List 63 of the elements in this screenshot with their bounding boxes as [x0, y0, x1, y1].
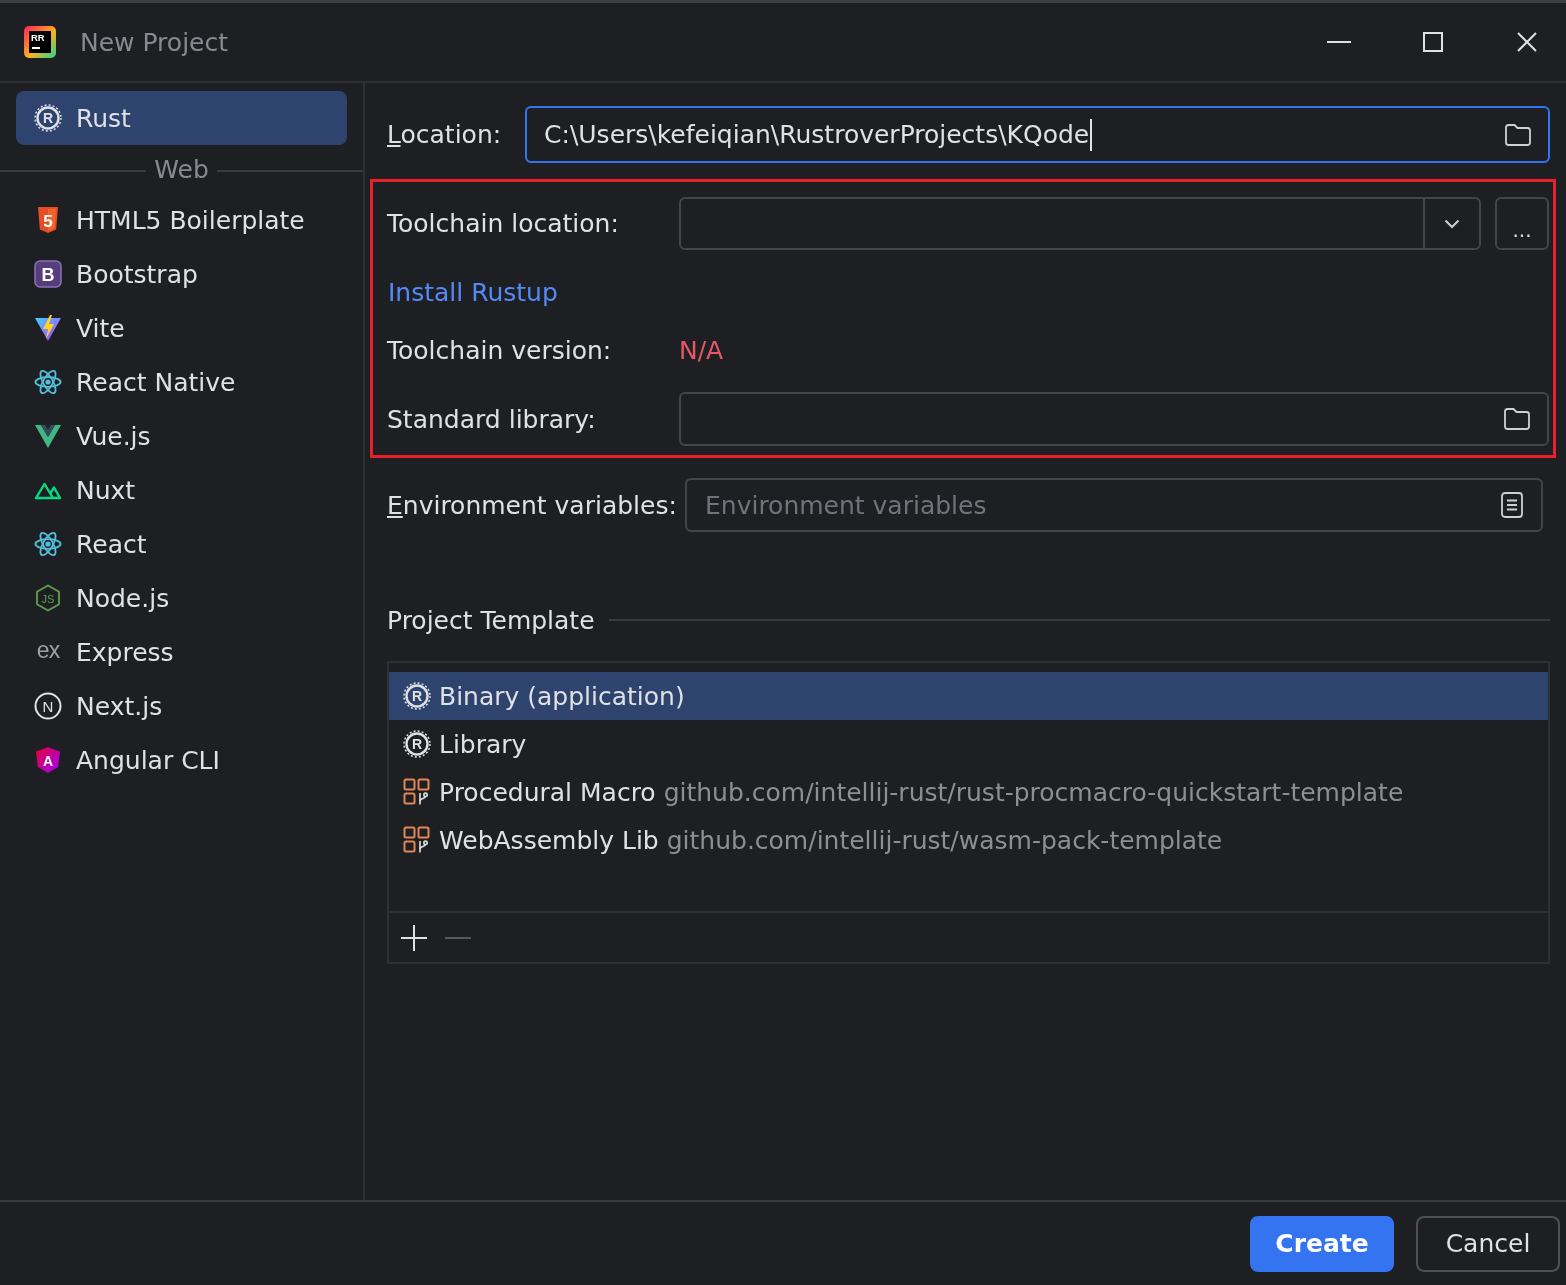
hexagon-icon: JS: [34, 584, 62, 612]
create-button[interactable]: Create: [1250, 1215, 1394, 1272]
sidebar-item[interactable]: JS Node.js: [16, 571, 347, 625]
toolchain-location-label: Toolchain location:: [387, 209, 620, 238]
minimize-icon: [1327, 41, 1351, 43]
blocks-branch-icon: [403, 826, 431, 854]
template-url: github.com/intellij-rust/wasm-pack-template: [666, 825, 1223, 855]
template-row[interactable]: R Library: [389, 720, 1548, 768]
sidebar-item[interactable]: 5 HTML5 Boilerplate: [16, 193, 347, 247]
close-icon: [1517, 32, 1537, 52]
folder-icon: [1503, 407, 1531, 431]
circle-n-icon: N: [34, 692, 62, 720]
folder-icon: [1504, 122, 1532, 147]
sidebar-item[interactable]: React: [16, 517, 347, 571]
letter-tile-icon: B: [34, 260, 62, 288]
lightning-triangle-icon: [34, 314, 62, 342]
sidebar-group-title: Web: [154, 154, 209, 184]
sidebar-item[interactable]: ex Express: [16, 625, 347, 679]
sidebar-item[interactable]: Vue.js: [16, 409, 347, 463]
template-row[interactable]: WebAssembly Lib github.com/intellij-rust/wasm-pack-template: [389, 816, 1548, 864]
blocks-branch-icon: [403, 778, 431, 806]
app-logo-icon: RR: [24, 26, 56, 58]
section-title: Project Template: [387, 605, 595, 635]
window-title: New Project: [80, 27, 229, 57]
template-url: github.com/intellij-rust/rust-procmacro-quickstart-template: [663, 777, 1404, 807]
standard-library-field[interactable]: [679, 392, 1549, 446]
v-chevron-icon: [34, 422, 62, 450]
sidebar-item[interactable]: Vite: [16, 301, 347, 355]
sidebar-item[interactable]: N Next.js: [16, 679, 347, 733]
template-row[interactable]: Procedural Macro github.com/intellij-rust/rust-procmacro-quickstart-template: [389, 768, 1548, 816]
toolchain-version-label: Toolchain version:: [387, 335, 613, 365]
sidebar-item[interactable]: Nuxt: [16, 463, 347, 517]
location-label: Location:: [387, 120, 503, 149]
maximize-icon: [1423, 32, 1443, 52]
minus-icon: [445, 936, 471, 939]
sidebar-item[interactable]: R Rust: [16, 91, 347, 145]
gear-r-icon: R: [403, 682, 431, 710]
add-button[interactable]: [399, 922, 429, 953]
document-icon: [1501, 492, 1523, 518]
sidebar-item[interactable]: A Angular CLI: [16, 733, 347, 787]
install-rustup-link[interactable]: Install Rustup: [387, 277, 558, 307]
sidebar-item[interactable]: B Bootstrap: [16, 247, 347, 301]
template-name: WebAssembly Lib: [439, 825, 659, 855]
environment-variables-label: Environment variables:: [387, 490, 678, 520]
template-name: Library: [439, 729, 527, 759]
gear-r-icon: R: [34, 104, 62, 132]
chevron-down-icon: [1444, 218, 1460, 229]
cancel-button[interactable]: Cancel: [1416, 1215, 1560, 1272]
template-name: Binary (application): [439, 681, 685, 711]
gear-r-icon: R: [403, 730, 431, 758]
sidebar-item[interactable]: React Native: [16, 355, 347, 409]
toolchain-location-combo[interactable]: [679, 197, 1481, 250]
location-field[interactable]: C:\Users\kefeiqian\RustroverProjects\KQode: [525, 106, 1550, 163]
atom-icon: [34, 368, 62, 396]
template-row[interactable]: R Binary (application): [389, 672, 1548, 720]
standard-library-label: Standard library:: [387, 404, 597, 434]
template-name: Procedural Macro: [439, 777, 656, 807]
plus-icon: [401, 924, 427, 951]
atom-icon: [34, 530, 62, 558]
browse-button[interactable]: ...: [1495, 197, 1549, 250]
shield-a-icon: A: [34, 746, 62, 774]
toolchain-version-value: N/A: [679, 335, 724, 365]
ex-mark-icon: ex: [34, 638, 62, 666]
